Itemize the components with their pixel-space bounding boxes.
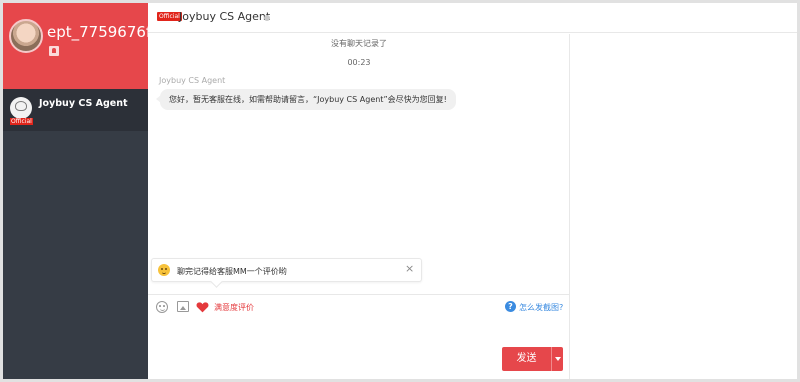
message-bubble: 您好，暂无客服在线，如需帮助请留言，“Joybuy CS Agent”会尽快为您…: [156, 89, 456, 110]
chat-panel: 没有聊天记录了 00:23 Joybuy CS Agent 您好，暂无客服在线，…: [148, 34, 570, 379]
input-toolbar: 满意度评价 ? 怎么发截图?: [148, 294, 569, 318]
heart-icon[interactable]: [196, 301, 209, 313]
send-button[interactable]: 发送: [502, 347, 551, 371]
emoji-icon[interactable]: [156, 301, 168, 313]
user-profile: ept_7759676f1...: [3, 3, 175, 89]
help-icon[interactable]: ?: [505, 301, 516, 312]
offline-status-icon: [264, 15, 270, 21]
contact-name: Joybuy CS Agent: [39, 98, 128, 109]
close-icon[interactable]: ×: [405, 263, 414, 275]
user-avatar[interactable]: [9, 19, 43, 53]
chat-header: Official Joybuy CS Agent: [148, 3, 797, 33]
message-sender: Joybuy CS Agent: [159, 76, 226, 85]
chat-title: Joybuy CS Agent: [179, 10, 271, 23]
right-panel: [571, 34, 797, 379]
screenshot-help-link[interactable]: 怎么发截图?: [519, 302, 563, 313]
rating-button[interactable]: 满意度评价: [214, 302, 254, 313]
joybuy-logo-icon: [15, 101, 27, 111]
user-badge-icon: [49, 46, 59, 56]
smile-emoji-icon: [158, 264, 170, 276]
rating-tip-text: 聊完记得给客服MM一个评价哟: [177, 267, 287, 276]
contact-avatar: [10, 97, 32, 119]
rating-tip: 聊完记得给客服MM一个评价哟 ×: [151, 258, 422, 282]
send-options-dropdown[interactable]: [551, 347, 563, 371]
message-timestamp: 00:23: [347, 58, 371, 67]
contact-item-joybuy-cs-agent[interactable]: Official Joybuy CS Agent: [3, 89, 148, 131]
no-history-notice[interactable]: 没有聊天记录了: [148, 38, 570, 49]
sidebar: ept_7759676f1... Official Joybuy CS Agen…: [3, 3, 175, 379]
official-tag: Official: [10, 118, 33, 125]
image-upload-icon[interactable]: [177, 301, 189, 312]
